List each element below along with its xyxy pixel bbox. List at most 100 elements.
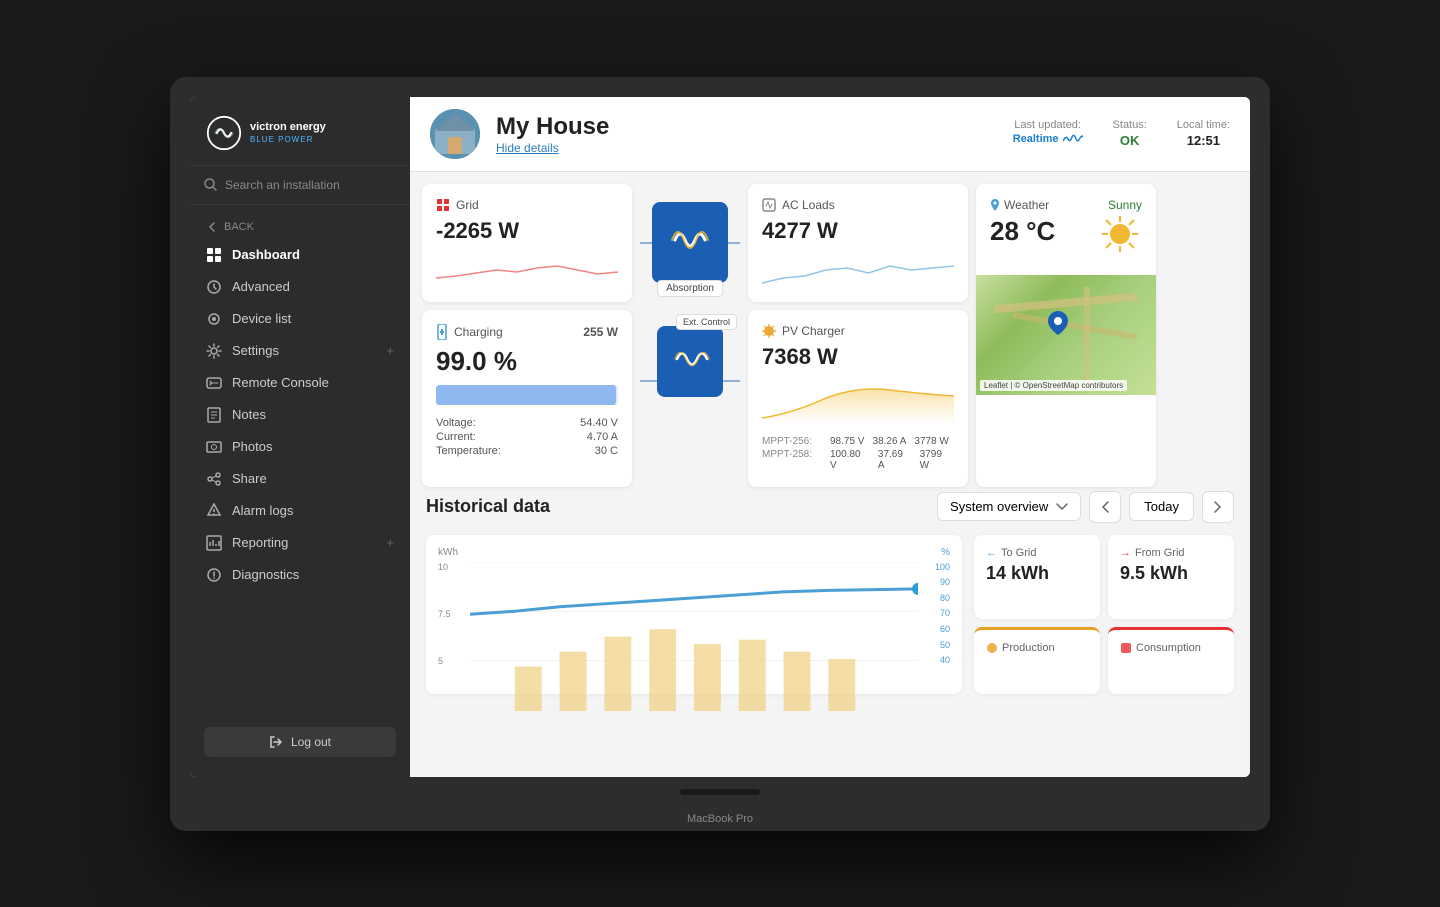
settings-plus[interactable]: + xyxy=(386,343,394,358)
sidebar-item-photos[interactable]: Photos xyxy=(190,431,410,463)
back-button[interactable]: BACK xyxy=(190,215,410,239)
charge-details: Voltage: 54.40 V Current: 4.70 A Tempera… xyxy=(436,417,618,457)
production-icon xyxy=(986,642,998,654)
sidebar-item-share[interactable]: Share xyxy=(190,463,410,495)
map-road-3 xyxy=(1084,287,1090,383)
sidebar-item-device-list[interactable]: Device list xyxy=(190,303,410,335)
mppt256-w: 3778 W xyxy=(914,436,948,447)
reporting-label: Reporting xyxy=(232,535,288,550)
pv-icon xyxy=(762,324,776,338)
realtime-wave-icon xyxy=(1063,133,1083,145)
grid-title: Grid xyxy=(456,198,479,212)
y2-60: 60 xyxy=(940,624,950,634)
y2-70: 70 xyxy=(940,608,950,618)
diagnostics-icon xyxy=(206,567,222,583)
mppt258-row: MPPT-258: 100.80 V 37.69 A 3799 W xyxy=(762,449,954,471)
chart-area: kWh % 10 7.5 5 xyxy=(426,535,962,694)
ac-loads-icon xyxy=(762,198,776,212)
to-grid-card: ← To Grid 14 kWh xyxy=(974,535,1100,620)
grid-chart xyxy=(436,248,618,288)
mppt258-w: 3799 W xyxy=(920,449,954,471)
search-wrapper[interactable]: Search an installation xyxy=(190,166,410,205)
current-label: Current: xyxy=(436,431,476,443)
pv-title: PV Charger xyxy=(782,324,845,338)
charging-wattage: 255 W xyxy=(583,325,618,339)
remote-console-icon xyxy=(206,375,222,391)
nav-section: BACK Dashboard Advan xyxy=(190,205,410,715)
from-grid-label: From Grid xyxy=(1135,547,1185,559)
share-icon xyxy=(206,471,222,487)
house-info: My House Hide details xyxy=(496,113,997,155)
inverter-swirl-icon xyxy=(660,210,720,270)
grid-icon xyxy=(436,198,450,212)
grid-card: Grid -2265 W xyxy=(422,184,632,302)
pv-value: 7368 W xyxy=(762,344,954,370)
mppt256-row: MPPT-256: 98.75 V 38.26 A 3778 W xyxy=(762,436,954,447)
brand-tagline: blue power xyxy=(250,135,326,144)
sidebar-item-alarm-logs[interactable]: Alarm logs xyxy=(190,495,410,527)
y-75: 7.5 xyxy=(438,609,468,619)
charge-bar xyxy=(436,385,618,405)
alarm-logs-label: Alarm logs xyxy=(232,503,293,518)
sidebar-item-remote-console[interactable]: Remote Console xyxy=(190,367,410,399)
laptop-bottom xyxy=(190,777,1250,807)
mppt256-v: 98.75 V xyxy=(830,436,864,447)
y-axis-label: kWh xyxy=(438,547,458,558)
sidebar-item-diagnostics[interactable]: Diagnostics xyxy=(190,559,410,591)
back-icon xyxy=(206,221,218,233)
alarm-logs-icon xyxy=(206,503,222,519)
weather-location-label: Weather xyxy=(1004,198,1049,212)
dashboard-label: Dashboard xyxy=(232,247,300,262)
main-content: My House Hide details Last updated: Real… xyxy=(410,97,1250,777)
grid-value: -2265 W xyxy=(436,218,618,244)
last-updated-label: Last updated: xyxy=(1013,119,1083,131)
consumption-icon xyxy=(1120,642,1132,654)
local-time-meta: Local time: 12:51 xyxy=(1177,119,1230,148)
map-pin xyxy=(1048,311,1052,315)
reporting-plus[interactable]: + xyxy=(386,535,394,550)
map-background: Leaflet | © OpenStreetMap contributors xyxy=(976,275,1156,395)
house-title: My House xyxy=(496,113,997,141)
system-overview-dropdown[interactable]: System overview xyxy=(937,492,1081,521)
sidebar-item-notes[interactable]: Notes xyxy=(190,399,410,431)
mppt258-a: 37.69 A xyxy=(878,449,912,471)
ac-loads-chart xyxy=(762,248,954,288)
top-header: My House Hide details Last updated: Real… xyxy=(410,97,1250,172)
y2-100: 100 xyxy=(935,562,950,572)
production-card: Production xyxy=(974,627,1100,694)
logout-button[interactable]: Log out xyxy=(204,727,396,757)
weather-temp: 28 °C xyxy=(990,216,1055,247)
prev-button[interactable] xyxy=(1089,491,1121,523)
hide-details-link[interactable]: Hide details xyxy=(496,141,997,155)
today-button[interactable]: Today xyxy=(1129,492,1194,521)
voltage-label: Voltage: xyxy=(436,417,476,429)
diagnostics-label: Diagnostics xyxy=(232,567,299,582)
charge-fill xyxy=(436,385,616,405)
next-button[interactable] xyxy=(1202,491,1234,523)
charging-percentage: 99.0 % xyxy=(436,346,618,377)
chevron-down-icon xyxy=(1056,503,1068,511)
photos-icon xyxy=(206,439,222,455)
to-grid-arrow: ← xyxy=(986,547,997,559)
y-10: 10 xyxy=(438,562,468,572)
device-list-label: Device list xyxy=(232,311,291,326)
sidebar-item-dashboard[interactable]: Dashboard xyxy=(190,239,410,271)
current-value: 4.70 A xyxy=(587,431,618,443)
advanced-label: Advanced xyxy=(232,279,290,294)
consumption-card: Consumption xyxy=(1108,627,1234,694)
sidebar-item-reporting[interactable]: Reporting + xyxy=(190,527,410,559)
inverter-box: Absorption xyxy=(652,202,728,283)
location-icon xyxy=(990,199,1000,211)
last-updated: Last updated: Realtime xyxy=(1013,119,1083,148)
settings-icon xyxy=(206,343,222,359)
charging-title: Charging xyxy=(454,325,503,339)
sidebar-item-settings[interactable]: Settings + xyxy=(190,335,410,367)
inverter2-inner: Ext. Control xyxy=(657,326,723,397)
notes-label: Notes xyxy=(232,407,266,422)
y-axis-labels: 10 7.5 5 xyxy=(438,562,468,666)
absorption-badge: Absorption xyxy=(657,280,723,297)
sidebar-item-advanced[interactable]: Advanced xyxy=(190,271,410,303)
temperature-value: 30 C xyxy=(595,445,618,457)
mppt-table: MPPT-256: 98.75 V 38.26 A 3778 W MPPT-25… xyxy=(762,436,954,471)
notes-icon xyxy=(206,407,222,423)
